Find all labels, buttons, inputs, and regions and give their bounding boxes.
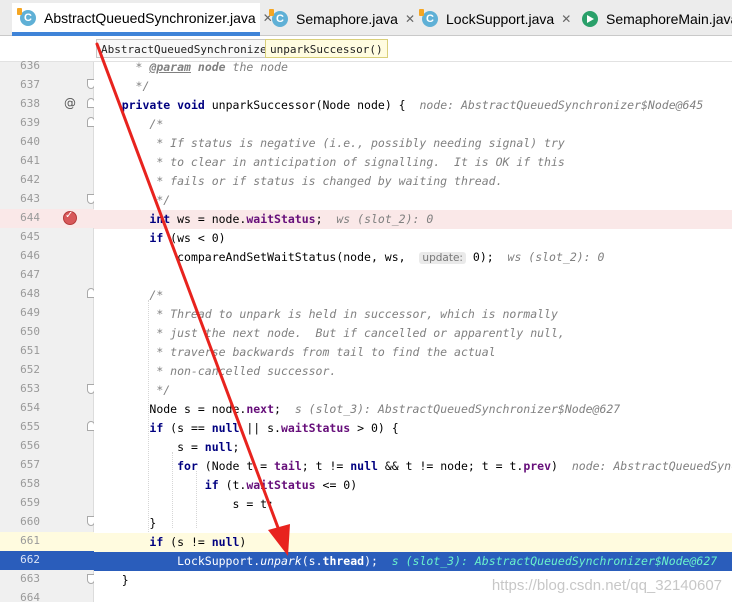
code-line-646: compareAndSetWaitStatus(node, ws, update… (177, 250, 605, 264)
line-number: 643 (20, 192, 40, 205)
breadcrumb-method[interactable]: unparkSuccessor() (265, 39, 388, 58)
breadcrumb-class[interactable]: AbstractQueuedSynchronizer (96, 39, 279, 58)
code-line-654: Node s = node.next; s (slot_3): Abstract… (149, 402, 621, 416)
code-line-661: if (s != null) (94, 533, 732, 552)
line-number: 660 (20, 515, 40, 528)
tab-semaphore[interactable]: Semaphore.java ✕ (264, 3, 415, 35)
line-number: 661 (20, 534, 40, 547)
breadcrumb: AbstractQueuedSynchronizer unparkSuccess… (0, 36, 732, 62)
tab-label: AbstractQueuedSynchronizer.java (44, 9, 256, 26)
line-number: 662 (20, 553, 40, 566)
line-number: 664 (20, 591, 40, 604)
code-editor[interactable]: * @param node the node */ private void u… (94, 62, 732, 602)
code-line-648: /* (149, 288, 164, 302)
line-number: 644 (20, 211, 40, 224)
tab-semaphoremain[interactable]: SemaphoreMain.java (574, 3, 732, 35)
line-number: 653 (20, 382, 40, 395)
code-line-657: for (Node t = tail; t != null && t != no… (177, 459, 732, 473)
code-line-651: * traverse backwards from tail to find t… (149, 345, 496, 359)
line-number: 649 (20, 306, 40, 319)
code-line-652: * non-cancelled successor. (149, 364, 337, 378)
code-line-642: * fails or if status is changed by waiti… (149, 174, 503, 188)
code-line-645: if (ws < 0) (149, 231, 226, 245)
code-line-638: private void unparkSuccessor(Node node) … (121, 98, 704, 112)
line-number: 646 (20, 249, 40, 262)
line-number: 651 (20, 344, 40, 357)
editor-tab-bar: AbstractQueuedSynchronizer.java ✕ Semaph… (0, 0, 732, 36)
line-number: 663 (20, 572, 40, 585)
code-line-662-execution-point: LockSupport.unpark(s.thread); s (slot_3)… (94, 552, 732, 571)
code-line-637: */ (128, 79, 150, 93)
code-line-658: if (t.waitStatus <= 0) (204, 478, 358, 492)
code-line-643: */ (149, 193, 171, 207)
line-number: 654 (20, 401, 40, 414)
code-line-653: */ (149, 383, 171, 397)
line-number: 639 (20, 116, 40, 129)
code-line-649: * Thread to unpark is held in successor,… (149, 307, 558, 321)
runnable-class-icon (582, 11, 598, 27)
line-number: 648 (20, 287, 40, 300)
line-number: 659 (20, 496, 40, 509)
close-icon[interactable]: ✕ (561, 12, 571, 26)
parameter-hint: update: (419, 252, 466, 264)
line-number: 657 (20, 458, 40, 471)
code-line-655: if (s == null || s.waitStatus > 0) { (149, 421, 399, 435)
breakpoint-icon[interactable] (63, 210, 77, 225)
line-number: 652 (20, 363, 40, 376)
editor-gutter[interactable]: 636 637 638 639 640 641 642 643 644 645 … (0, 59, 95, 604)
line-number: 658 (20, 477, 40, 490)
tab-label: LockSupport.java (446, 11, 555, 27)
line-number: 650 (20, 325, 40, 338)
tab-label: SemaphoreMain.java (606, 11, 732, 27)
line-number: 636 (20, 59, 40, 72)
line-number: 645 (20, 230, 40, 243)
line-number: 656 (20, 439, 40, 452)
line-number: 640 (20, 135, 40, 148)
line-number: 655 (20, 420, 40, 433)
line-number: 637 (20, 78, 40, 91)
line-number: 642 (20, 173, 40, 186)
line-number: 641 (20, 154, 40, 167)
line-number: 638 (20, 97, 40, 110)
code-line-640: * If status is negative (i.e., possibly … (149, 136, 565, 150)
code-line-660: } (149, 516, 157, 530)
code-line-656: s = null; (177, 440, 240, 454)
code-line-650: * just the next node. But if cancelled o… (149, 326, 565, 340)
code-line-659: s = t; (232, 497, 275, 511)
tab-abstractqueuedsynchronizer[interactable]: AbstractQueuedSynchronizer.java ✕ (12, 3, 273, 36)
code-line-644: int ws = node.waitStatus; ws (slot_2): 0 (94, 210, 732, 229)
tab-locksupport[interactable]: LockSupport.java ✕ (414, 3, 574, 35)
class-file-icon (269, 9, 288, 27)
class-file-icon (419, 9, 438, 27)
override-annotation-icon[interactable]: @ (64, 96, 76, 110)
code-line-636: * @param node the node (128, 62, 288, 74)
tab-label: Semaphore.java (296, 11, 398, 27)
class-file-icon (17, 7, 36, 26)
code-line-641: * to clear in anticipation of signalling… (149, 155, 565, 169)
watermark: https://blog.csdn.net/qq_32140607 (491, 577, 722, 594)
code-line-639: /* (149, 117, 164, 131)
line-number: 647 (20, 268, 40, 281)
